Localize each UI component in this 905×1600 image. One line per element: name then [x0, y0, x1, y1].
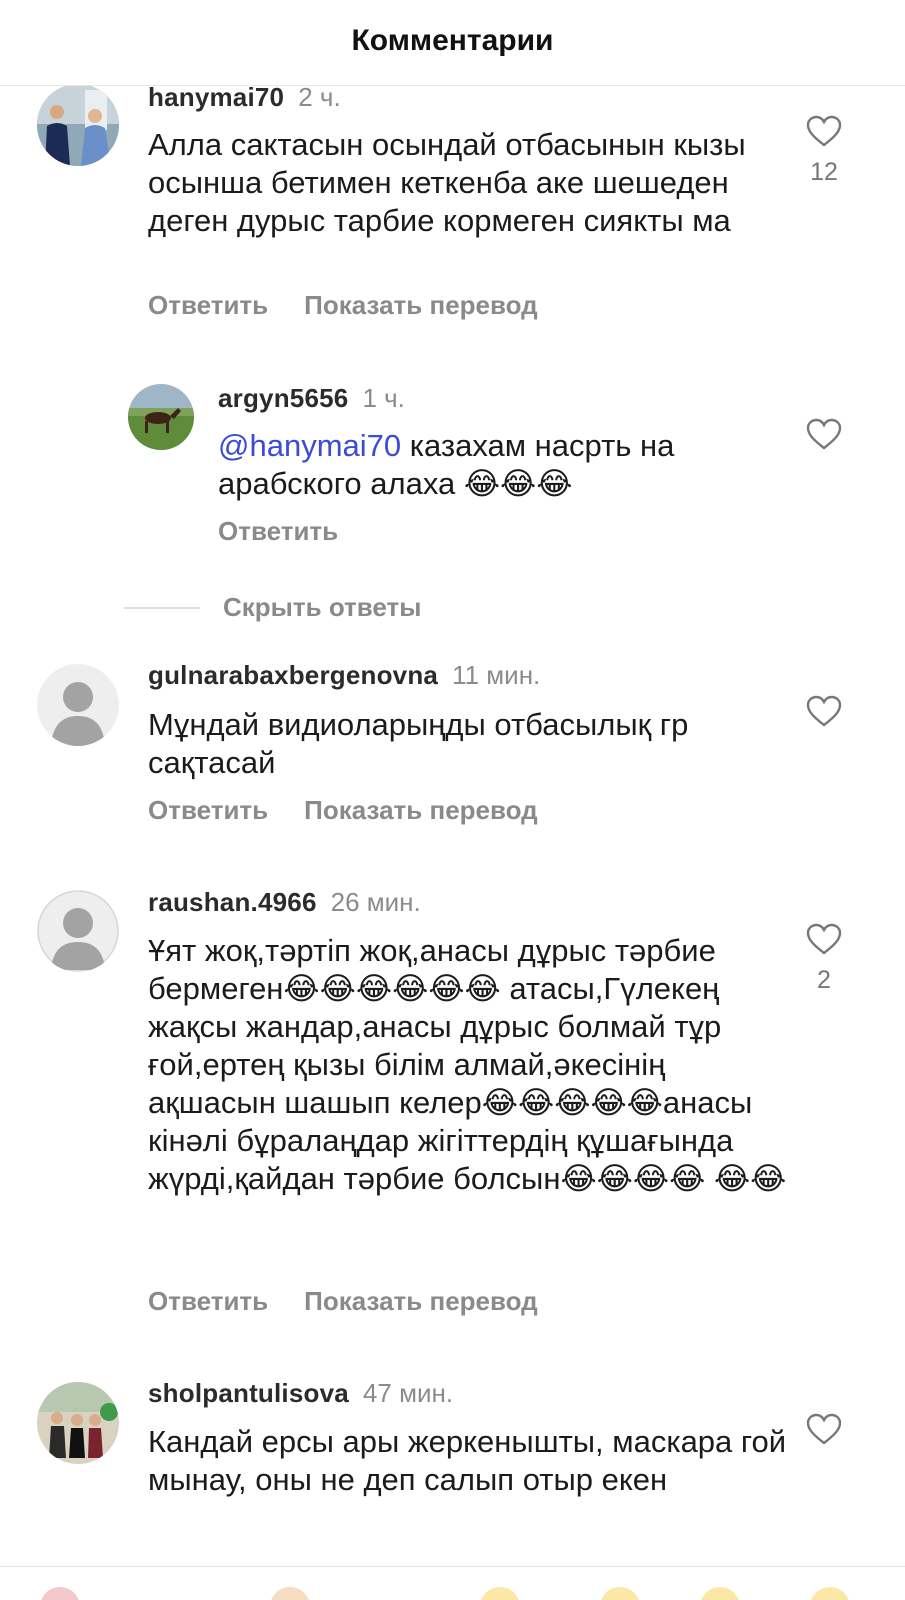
heart-outline-icon [806, 115, 842, 147]
show-translation-button[interactable]: Показать перевод [304, 290, 538, 321]
reply-button[interactable]: Ответить [148, 795, 268, 826]
emoji-icon[interactable] [40, 1587, 80, 1600]
like-button[interactable]: 2 [794, 922, 854, 995]
comment-text: Мұндай видиоларыңды отбасылық гр сақтаса… [148, 707, 689, 780]
emoji-icon[interactable] [600, 1587, 640, 1600]
comment-time: 2 ч. [298, 82, 341, 112]
avatar[interactable] [37, 84, 119, 166]
reply-button[interactable]: Ответить [148, 290, 268, 321]
emoji-icon[interactable] [270, 1587, 310, 1600]
mention-link[interactable]: @hanymai70 [218, 428, 401, 463]
avatar[interactable] [128, 384, 194, 450]
default-user-avatar[interactable] [37, 890, 119, 972]
emoji-icon[interactable] [810, 1587, 850, 1600]
like-button[interactable] [794, 1412, 854, 1446]
comment-time: 26 мин. [330, 887, 421, 917]
show-translation-button[interactable]: Показать перевод [304, 1286, 538, 1317]
comment-text: Алла сактасын осындай отбасынын кызы осы… [148, 127, 746, 238]
emoji-reaction-bar [0, 1566, 905, 1600]
heart-outline-icon [806, 923, 842, 955]
comment-time: 47 мин. [362, 1378, 454, 1408]
default-user-avatar[interactable] [37, 664, 119, 746]
comment-text: Ұят жоқ,тәртіп жоқ,анасы дұрыс тәрбие бе… [148, 933, 787, 1196]
comment-username[interactable]: gulnarabaxbergenovna [148, 660, 438, 690]
comment-username[interactable]: sholpantulisova [148, 1378, 349, 1408]
show-translation-button[interactable]: Показать перевод [304, 795, 538, 826]
heart-outline-icon [806, 418, 842, 450]
page-title: Комментарии [351, 24, 554, 57]
heart-outline-icon [806, 1413, 842, 1445]
emoji-icon[interactable] [700, 1587, 740, 1600]
comment-username[interactable]: argyn5656 [218, 383, 348, 413]
comment-time: 11 мин. [452, 660, 541, 690]
comments-header: Комментарии [0, 0, 905, 86]
comment-username[interactable]: raushan.4966 [148, 887, 317, 917]
like-button[interactable] [794, 417, 854, 451]
comment-time: 1 ч. [362, 383, 405, 413]
heart-outline-icon [806, 695, 842, 727]
comments-sheet: Комментарии hanymai70 2 ч. Алла сактасын … [0, 0, 905, 1600]
comment-username[interactable]: hanymai70 [148, 82, 284, 112]
reply-button[interactable]: Ответить [218, 516, 338, 547]
avatar[interactable] [37, 1382, 119, 1464]
hide-replies-label: Скрыть ответы [223, 592, 422, 622]
comment-text: Кандай ерсы ары жеркенышты, маскара гой … [148, 1424, 787, 1497]
like-button[interactable] [794, 694, 854, 728]
comment-text: @hanymai70 казахам насрть на арабского а… [218, 427, 778, 503]
emoji-icon[interactable] [480, 1587, 520, 1600]
like-count: 2 [817, 966, 831, 994]
like-count: 12 [810, 158, 838, 186]
divider [124, 607, 200, 609]
reply-button[interactable]: Ответить [148, 1286, 268, 1317]
like-button[interactable]: 12 [794, 114, 854, 187]
